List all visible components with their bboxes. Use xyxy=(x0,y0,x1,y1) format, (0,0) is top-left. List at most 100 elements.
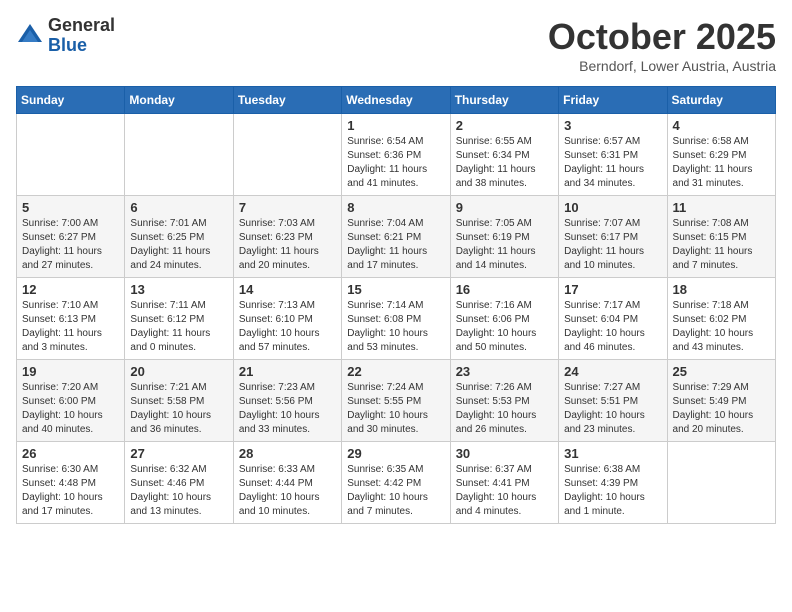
calendar-cell: 20Sunrise: 7:21 AM Sunset: 5:58 PM Dayli… xyxy=(125,360,233,442)
calendar-cell: 16Sunrise: 7:16 AM Sunset: 6:06 PM Dayli… xyxy=(450,278,558,360)
calendar-cell: 22 Sunrise: 7:24 AM Sunset: 5:55 PM Dayli… xyxy=(342,360,450,442)
day-number: 24 xyxy=(564,364,661,379)
calendar-cell: 7Sunrise: 7:03 AM Sunset: 6:23 PM Daylig… xyxy=(233,196,341,278)
calendar-cell xyxy=(125,114,233,196)
day-info: Sunrise: 6:33 AM Sunset: 4:44 PM Dayligh… xyxy=(239,463,336,519)
calendar-cell: 14 Sunrise: 7:13 AM Sunset: 6:10 PM Dayli… xyxy=(233,278,341,360)
calendar-cell: 31Sunrise: 6:38 AM Sunset: 4:39 PM Dayli… xyxy=(559,442,667,524)
day-number: 22 xyxy=(347,364,444,379)
day-info: Sunrise: 7:07 AM Sunset: 6:17 PM Dayligh… xyxy=(564,217,661,273)
week-row-5: 26Sunrise: 6:30 AM Sunset: 4:48 PM Dayli… xyxy=(17,442,776,524)
logo: General Blue xyxy=(16,16,115,56)
day-info: Sunrise: 7:10 AM Sunset: 6:13 PM Dayligh… xyxy=(22,299,119,355)
calendar-cell: 21 Sunrise: 7:23 AM Sunset: 5:56 PM Dayli… xyxy=(233,360,341,442)
week-row-3: 12 Sunrise: 7:10 AM Sunset: 6:13 PM Dayli… xyxy=(17,278,776,360)
day-info: Sunrise: 6:58 AM Sunset: 6:29 PM Dayligh… xyxy=(673,135,770,191)
weekday-header-wednesday: Wednesday xyxy=(342,87,450,114)
day-info: Sunrise: 7:11 AM Sunset: 6:12 PM Dayligh… xyxy=(130,299,227,355)
day-info: Sunrise: 7:08 AM Sunset: 6:15 PM Dayligh… xyxy=(673,217,770,273)
day-info: Sunrise: 6:37 AM Sunset: 4:41 PM Dayligh… xyxy=(456,463,553,519)
day-number: 30 xyxy=(456,446,553,461)
weekday-header-saturday: Saturday xyxy=(667,87,775,114)
logo-text: General Blue xyxy=(48,16,115,56)
calendar-cell: 26Sunrise: 6:30 AM Sunset: 4:48 PM Dayli… xyxy=(17,442,125,524)
calendar-cell xyxy=(667,442,775,524)
weekday-header-friday: Friday xyxy=(559,87,667,114)
day-info: Sunrise: 6:30 AM Sunset: 4:48 PM Dayligh… xyxy=(22,463,119,519)
week-row-1: 1Sunrise: 6:54 AM Sunset: 6:36 PM Daylig… xyxy=(17,114,776,196)
calendar-cell: 11 Sunrise: 7:08 AM Sunset: 6:15 PM Dayli… xyxy=(667,196,775,278)
day-info: Sunrise: 7:23 AM Sunset: 5:56 PM Dayligh… xyxy=(239,381,336,437)
day-info: Sunrise: 7:24 AM Sunset: 5:55 PM Dayligh… xyxy=(347,381,444,437)
day-number: 5 xyxy=(22,200,119,215)
location: Berndorf, Lower Austria, Austria xyxy=(548,58,776,74)
day-info: Sunrise: 6:35 AM Sunset: 4:42 PM Dayligh… xyxy=(347,463,444,519)
calendar-cell: 6Sunrise: 7:01 AM Sunset: 6:25 PM Daylig… xyxy=(125,196,233,278)
day-info: Sunrise: 7:13 AM Sunset: 6:10 PM Dayligh… xyxy=(239,299,336,355)
day-number: 13 xyxy=(130,282,227,297)
calendar-cell: 28 Sunrise: 6:33 AM Sunset: 4:44 PM Dayli… xyxy=(233,442,341,524)
day-number: 14 xyxy=(239,282,336,297)
day-info: Sunrise: 7:14 AM Sunset: 6:08 PM Dayligh… xyxy=(347,299,444,355)
weekday-header-thursday: Thursday xyxy=(450,87,558,114)
day-number: 28 xyxy=(239,446,336,461)
calendar-cell: 12 Sunrise: 7:10 AM Sunset: 6:13 PM Dayli… xyxy=(17,278,125,360)
day-info: Sunrise: 6:55 AM Sunset: 6:34 PM Dayligh… xyxy=(456,135,553,191)
day-number: 8 xyxy=(347,200,444,215)
day-number: 29 xyxy=(347,446,444,461)
weekday-header-sunday: Sunday xyxy=(17,87,125,114)
day-number: 12 xyxy=(22,282,119,297)
calendar-cell: 3 Sunrise: 6:57 AM Sunset: 6:31 PM Daylig… xyxy=(559,114,667,196)
calendar-cell: 15Sunrise: 7:14 AM Sunset: 6:08 PM Dayli… xyxy=(342,278,450,360)
calendar-cell xyxy=(17,114,125,196)
day-info: Sunrise: 7:20 AM Sunset: 6:00 PM Dayligh… xyxy=(22,381,119,437)
weekday-header-row: SundayMondayTuesdayWednesdayThursdayFrid… xyxy=(17,87,776,114)
day-number: 21 xyxy=(239,364,336,379)
calendar-cell: 19 Sunrise: 7:20 AM Sunset: 6:00 PM Dayli… xyxy=(17,360,125,442)
day-number: 3 xyxy=(564,118,661,133)
day-number: 9 xyxy=(456,200,553,215)
logo-blue: Blue xyxy=(48,36,115,56)
calendar-table: SundayMondayTuesdayWednesdayThursdayFrid… xyxy=(16,86,776,524)
day-number: 17 xyxy=(564,282,661,297)
week-row-2: 5Sunrise: 7:00 AM Sunset: 6:27 PM Daylig… xyxy=(17,196,776,278)
logo-general: General xyxy=(48,16,115,36)
day-info: Sunrise: 7:26 AM Sunset: 5:53 PM Dayligh… xyxy=(456,381,553,437)
weekday-header-monday: Monday xyxy=(125,87,233,114)
day-info: Sunrise: 7:18 AM Sunset: 6:02 PM Dayligh… xyxy=(673,299,770,355)
calendar-cell: 4 Sunrise: 6:58 AM Sunset: 6:29 PM Daylig… xyxy=(667,114,775,196)
calendar-cell: 5Sunrise: 7:00 AM Sunset: 6:27 PM Daylig… xyxy=(17,196,125,278)
day-info: Sunrise: 7:17 AM Sunset: 6:04 PM Dayligh… xyxy=(564,299,661,355)
day-info: Sunrise: 6:54 AM Sunset: 6:36 PM Dayligh… xyxy=(347,135,444,191)
day-number: 2 xyxy=(456,118,553,133)
day-number: 6 xyxy=(130,200,227,215)
day-number: 25 xyxy=(673,364,770,379)
day-info: Sunrise: 6:57 AM Sunset: 6:31 PM Dayligh… xyxy=(564,135,661,191)
calendar-cell: 29 Sunrise: 6:35 AM Sunset: 4:42 PM Dayli… xyxy=(342,442,450,524)
day-number: 19 xyxy=(22,364,119,379)
day-info: Sunrise: 7:27 AM Sunset: 5:51 PM Dayligh… xyxy=(564,381,661,437)
calendar-cell: 1Sunrise: 6:54 AM Sunset: 6:36 PM Daylig… xyxy=(342,114,450,196)
day-info: Sunrise: 7:03 AM Sunset: 6:23 PM Dayligh… xyxy=(239,217,336,273)
calendar-cell: 27 Sunrise: 6:32 AM Sunset: 4:46 PM Dayli… xyxy=(125,442,233,524)
calendar-cell: 25 Sunrise: 7:29 AM Sunset: 5:49 PM Dayli… xyxy=(667,360,775,442)
day-number: 23 xyxy=(456,364,553,379)
day-info: Sunrise: 6:38 AM Sunset: 4:39 PM Dayligh… xyxy=(564,463,661,519)
calendar-cell: 23 Sunrise: 7:26 AM Sunset: 5:53 PM Dayli… xyxy=(450,360,558,442)
day-number: 4 xyxy=(673,118,770,133)
day-number: 16 xyxy=(456,282,553,297)
weekday-header-tuesday: Tuesday xyxy=(233,87,341,114)
day-number: 11 xyxy=(673,200,770,215)
day-info: Sunrise: 6:32 AM Sunset: 4:46 PM Dayligh… xyxy=(130,463,227,519)
day-info: Sunrise: 7:05 AM Sunset: 6:19 PM Dayligh… xyxy=(456,217,553,273)
calendar-cell: 13 Sunrise: 7:11 AM Sunset: 6:12 PM Dayli… xyxy=(125,278,233,360)
calendar-cell: 8 Sunrise: 7:04 AM Sunset: 6:21 PM Daylig… xyxy=(342,196,450,278)
day-info: Sunrise: 7:21 AM Sunset: 5:58 PM Dayligh… xyxy=(130,381,227,437)
calendar-cell: 18Sunrise: 7:18 AM Sunset: 6:02 PM Dayli… xyxy=(667,278,775,360)
day-info: Sunrise: 7:29 AM Sunset: 5:49 PM Dayligh… xyxy=(673,381,770,437)
page-header: General Blue October 2025 Berndorf, Lowe… xyxy=(16,16,776,74)
calendar-cell xyxy=(233,114,341,196)
day-number: 27 xyxy=(130,446,227,461)
day-info: Sunrise: 7:04 AM Sunset: 6:21 PM Dayligh… xyxy=(347,217,444,273)
title-area: October 2025 Berndorf, Lower Austria, Au… xyxy=(548,16,776,74)
